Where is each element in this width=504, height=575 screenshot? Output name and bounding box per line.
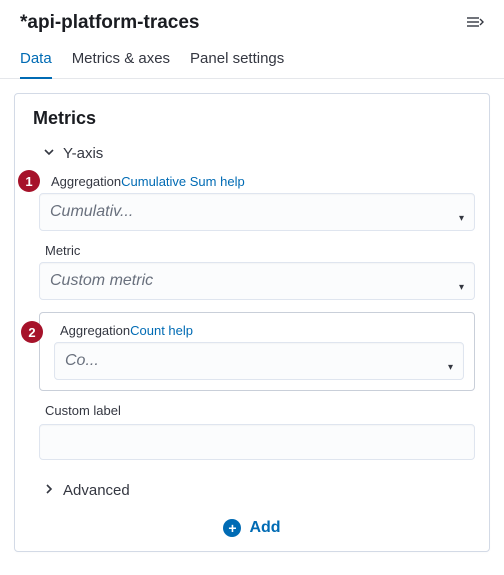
collapse-icon[interactable] [466,15,484,32]
metric-select[interactable]: Custom metric ▾ [39,262,475,300]
aggregation-label-1: Aggregation [51,174,121,189]
yaxis-accordion[interactable]: Y-axis [29,139,475,174]
metrics-panel: Metrics Y-axis 1 AggregationCumulative S… [14,93,490,552]
caret-down-icon: ▾ [459,213,464,224]
caret-down-icon: ▾ [448,362,453,373]
metric-label: Metric [39,243,475,258]
aggregation-select-2[interactable]: Co... ▾ [54,342,464,380]
aggregation-select-2-value: Co... [65,352,99,370]
aggregation-help-link-1[interactable]: Cumulative Sum help [121,174,245,189]
aggregation-help-link-2[interactable]: Count help [130,323,193,338]
advanced-label: Advanced [63,482,130,499]
advanced-accordion[interactable]: Advanced [29,472,475,513]
step-badge-1: 1 [18,170,40,192]
tab-panel-settings[interactable]: Panel settings [190,42,284,79]
metric-select-value: Custom metric [50,272,153,290]
caret-down-icon: ▾ [459,282,464,293]
page-title: *api-platform-traces [20,12,200,34]
step-badge-2: 2 [21,321,43,343]
aggregation-select-1[interactable]: Cumulativ... ▾ [39,193,475,231]
chevron-right-icon [43,483,55,498]
add-label: Add [249,519,280,537]
tab-metrics-axes[interactable]: Metrics & axes [72,42,170,79]
plus-circle-icon: + [223,519,241,537]
aggregation-label-2: Aggregation [60,323,130,338]
custom-label-label: Custom label [39,403,475,418]
panel-title: Metrics [29,108,475,129]
nested-aggregation-box: 2 AggregationCount help Co... ▾ [39,312,475,391]
chevron-down-icon [43,146,55,161]
tabs: Data Metrics & axes Panel settings [0,42,504,79]
tab-data[interactable]: Data [20,42,52,79]
custom-label-input[interactable] [39,424,475,460]
yaxis-label: Y-axis [63,145,103,162]
add-button[interactable]: + Add [29,513,475,545]
aggregation-select-1-value: Cumulativ... [50,203,133,221]
